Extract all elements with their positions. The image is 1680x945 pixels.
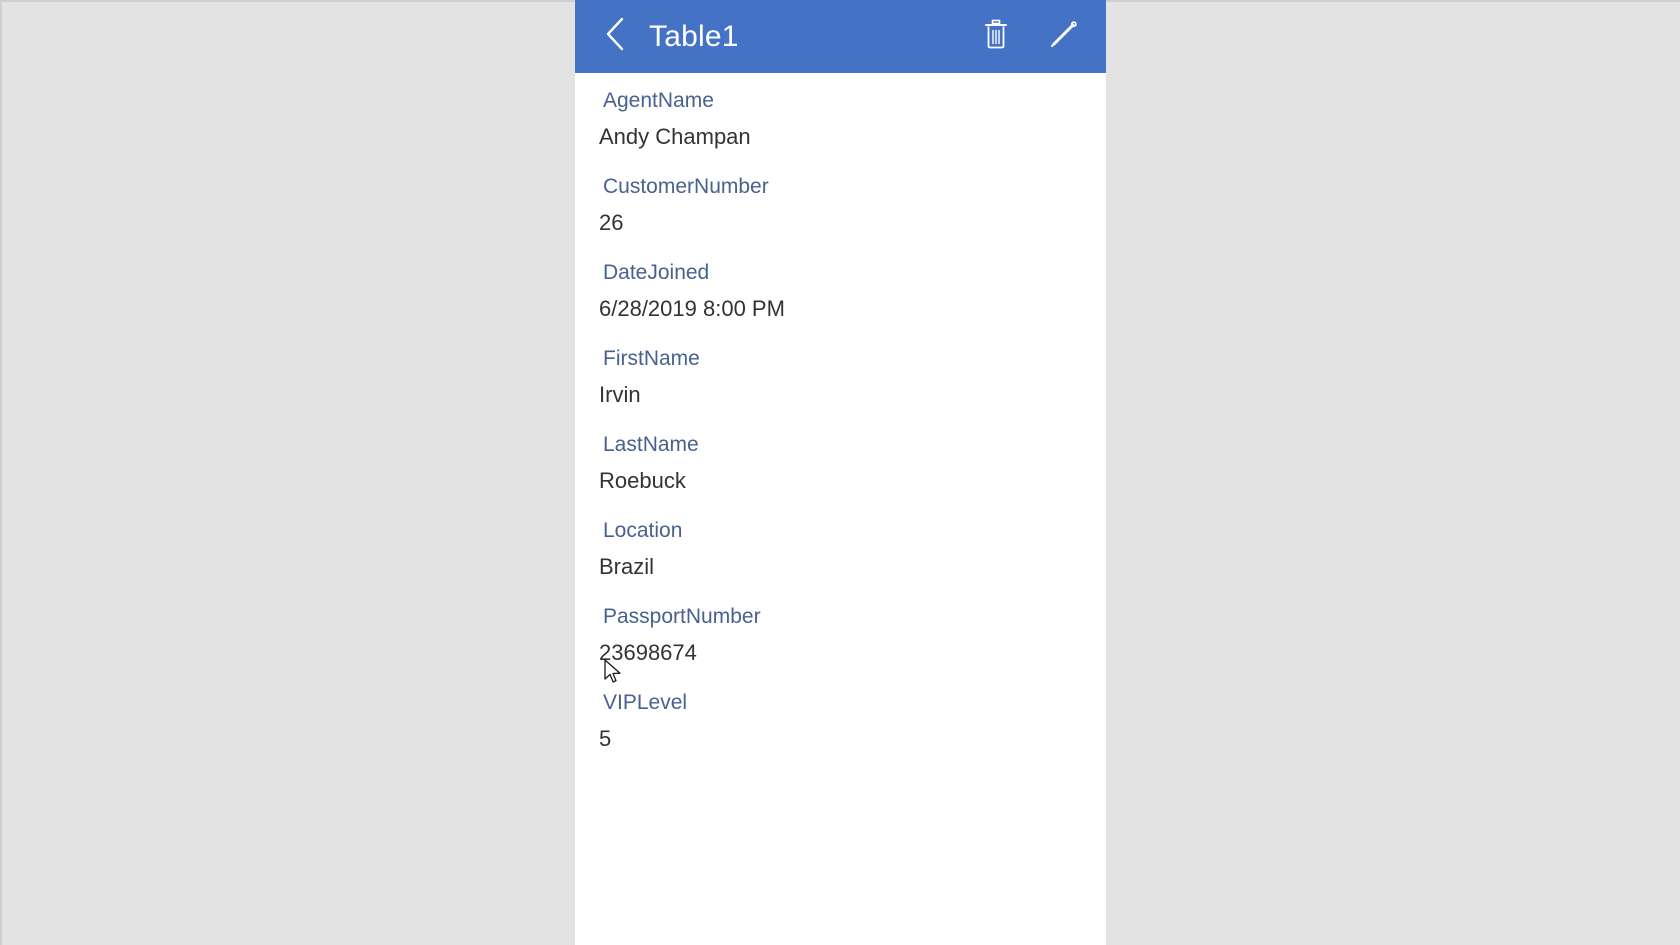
field-label: LastName [603, 433, 699, 456]
field-value: 6/28/2019 8:00 PM [599, 296, 785, 321]
field-datejoined: DateJoined 6/28/2019 8:00 PM [575, 259, 1106, 325]
app-header: Table1 [575, 0, 1106, 73]
field-firstname: FirstName Irvin [575, 345, 1106, 411]
field-label: Location [603, 519, 683, 542]
back-button[interactable] [595, 15, 635, 59]
field-lastname: LastName Roebuck [575, 431, 1106, 497]
header-actions [976, 15, 1090, 59]
chevron-left-icon [602, 14, 628, 59]
field-value: 26 [599, 210, 624, 235]
delete-button[interactable] [976, 15, 1016, 59]
edit-button[interactable] [1044, 15, 1084, 59]
detail-form: AgentName Andy Champan CustomerNumber 26… [575, 73, 1106, 945]
field-passportnumber: PassportNumber 23698674 [575, 603, 1106, 669]
field-viplevel: VIPLevel 5 [575, 689, 1106, 755]
field-value: 5 [599, 726, 612, 751]
pencil-icon [1047, 17, 1081, 56]
field-value: Roebuck [599, 468, 686, 493]
page-title: Table1 [649, 19, 739, 53]
field-value: Andy Champan [599, 124, 751, 149]
field-agentname: AgentName Andy Champan [575, 87, 1106, 153]
field-label: CustomerNumber [603, 175, 769, 198]
field-value: Irvin [599, 382, 641, 407]
field-location: Location Brazil [575, 517, 1106, 583]
field-value: 23698674 [599, 640, 697, 665]
field-label: VIPLevel [603, 691, 688, 714]
field-value: Brazil [599, 554, 655, 579]
app-canvas: Table1 AgentName Andy Champan CustomerNu… [575, 0, 1106, 945]
field-label: AgentName [603, 89, 714, 112]
field-label: DateJoined [603, 261, 710, 284]
field-label: FirstName [603, 347, 700, 370]
trash-icon [982, 18, 1010, 55]
field-customernumber: CustomerNumber 26 [575, 173, 1106, 239]
field-label: PassportNumber [603, 605, 761, 628]
